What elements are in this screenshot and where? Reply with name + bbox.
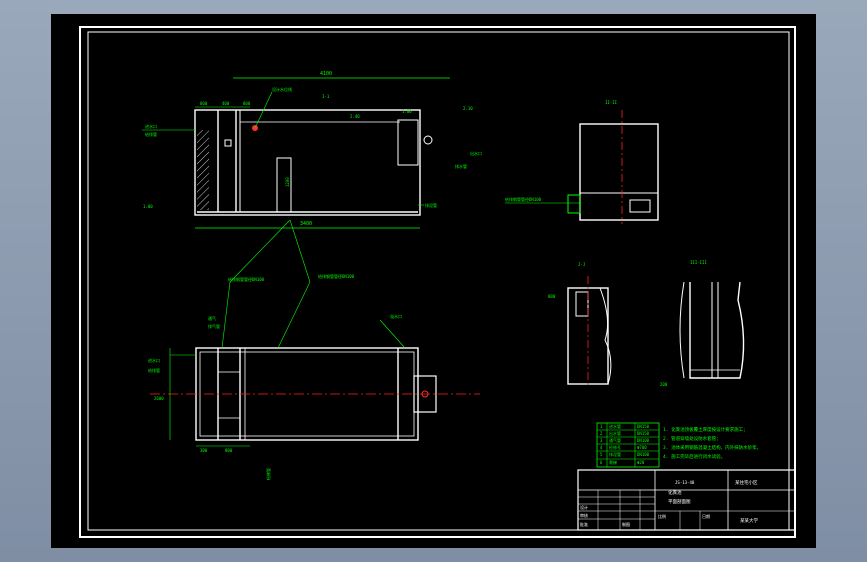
note-4: 4. 施工完毕后进行闭水试验。 bbox=[663, 453, 725, 460]
left-wall-hatch bbox=[197, 130, 209, 210]
tb-drawn: 制图 bbox=[622, 521, 630, 527]
label-bottom-pipe: 检修管 bbox=[265, 468, 271, 480]
label-plan-inlet-pipe: 给排管 bbox=[148, 367, 160, 373]
tb-drawing-no: JS-13-40 bbox=[675, 480, 695, 485]
label-outlet-pipe: 排水管 bbox=[455, 163, 467, 169]
parts-cell: 通气管 bbox=[609, 437, 621, 443]
parts-cell: 爬梯 bbox=[609, 459, 617, 465]
tb-project: 某住宅小区 bbox=[735, 479, 758, 486]
label-vent: 通气 bbox=[208, 315, 216, 321]
note-3: 3. 池体采用钢筋混凝土结构，内外抹防水砂浆。 bbox=[663, 444, 761, 451]
dim-w2: 400 bbox=[222, 101, 230, 106]
tb-check: 审核 bbox=[580, 512, 588, 518]
section-1-1-title: 1-1 bbox=[322, 94, 330, 99]
section-3-3-title: III-III bbox=[690, 260, 707, 265]
dim-w3: 800 bbox=[243, 101, 251, 106]
label-inlet-pipe: 给排管 bbox=[145, 131, 157, 137]
dim-plan-width: 2600 bbox=[154, 396, 164, 401]
label-inlet-left: 进水口 bbox=[145, 123, 157, 129]
tb-scale: 比例 bbox=[658, 513, 666, 519]
parts-cell: DN150 bbox=[637, 424, 650, 429]
dim-total-top: 4100 bbox=[320, 71, 332, 77]
label-outlet: 出水口 bbox=[470, 150, 482, 156]
parts-cell: 进水管 bbox=[609, 423, 621, 429]
dim-depth-left: 1.00 bbox=[143, 204, 153, 209]
label-pipe-note2: 给排钢管管径DN100 bbox=[228, 276, 265, 282]
cad-drawing: 4100 3400 800 400 800 2.40 1.00 2.10 1.0… bbox=[51, 14, 816, 548]
label-pipe-note: 给排钢管管径DN100 bbox=[505, 196, 542, 202]
parts-cell: Φ700 bbox=[637, 445, 647, 450]
dim-h-inner: 1200 bbox=[285, 177, 290, 187]
sheet-background bbox=[51, 14, 816, 548]
dim-h-right2: 2.10 bbox=[463, 106, 473, 111]
label-water-level: 设计水位线 bbox=[272, 86, 292, 92]
tb-date: 日期 bbox=[702, 513, 710, 519]
label-plan-inlet: 进水口 bbox=[148, 357, 160, 363]
label-pipe-note3: 给排钢管管径DN100 bbox=[318, 273, 355, 279]
tb-subtitle: 平面剖面图 bbox=[668, 498, 691, 505]
parts-cell: DN150 bbox=[637, 431, 650, 436]
tb-school: 某某大学 bbox=[740, 517, 758, 524]
parts-cell: Φ20 bbox=[637, 460, 645, 465]
label-overflow: 溢水口 bbox=[390, 313, 402, 319]
note-2: 2. 管道穿墙处设防水套管； bbox=[663, 435, 721, 442]
label-sludge: 排泥管 bbox=[425, 202, 437, 208]
dim-plan-bottom-2: 800 bbox=[225, 448, 233, 453]
dim-side2: 200 bbox=[660, 382, 668, 387]
tb-design: 设计 bbox=[580, 504, 588, 510]
dim-h-right: 1.00 bbox=[402, 109, 412, 114]
dim-w1: 800 bbox=[200, 101, 208, 106]
section-2-2-title: II-II bbox=[605, 100, 618, 105]
note-1: 1. 化粪池顶板覆土厚度按设计要求施工； bbox=[663, 426, 748, 433]
dim-plan-bottom-1: 300 bbox=[200, 448, 208, 453]
label-vent-pipe: 排气管 bbox=[208, 323, 220, 329]
parts-cell: 检修孔 bbox=[609, 444, 621, 450]
tb-title: 化粪池 bbox=[668, 489, 682, 496]
dim-total-bottom: 3400 bbox=[300, 221, 312, 227]
section-j-j-title: J-J bbox=[578, 262, 585, 267]
parts-cell: DN100 bbox=[637, 452, 650, 457]
parts-cell: DN100 bbox=[637, 438, 650, 443]
dim-side: 800 bbox=[548, 294, 556, 299]
parts-cell: 排泥管 bbox=[609, 451, 621, 457]
parts-cell: 出水管 bbox=[609, 430, 621, 436]
tb-approve: 批准 bbox=[580, 521, 588, 527]
dim-h-level: 2.40 bbox=[350, 114, 360, 119]
